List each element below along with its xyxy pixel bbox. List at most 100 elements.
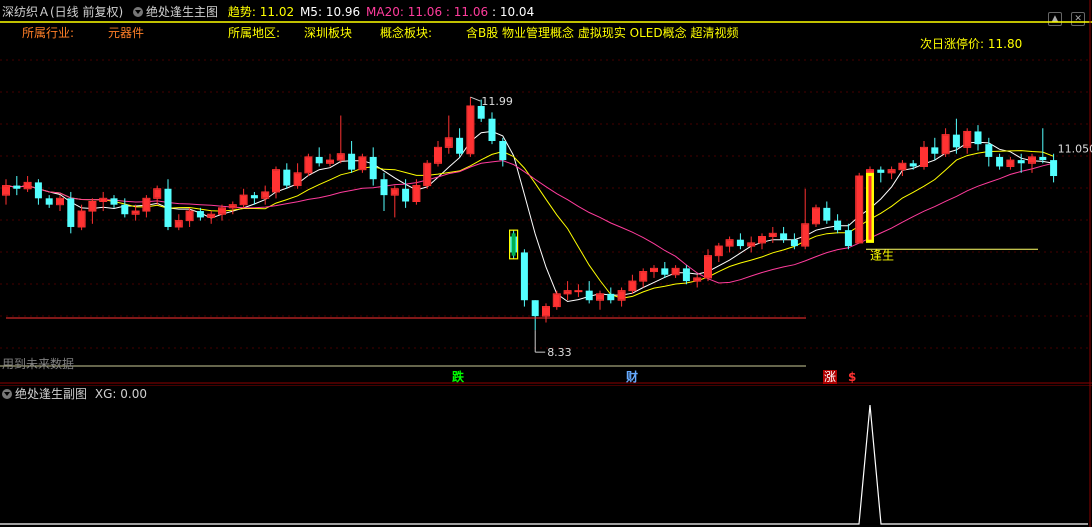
candle-fill [445, 138, 452, 147]
candle [909, 160, 917, 170]
candle-body [790, 239, 798, 247]
candle-body [67, 198, 75, 227]
candle-body [780, 233, 788, 240]
candle [326, 153, 334, 167]
candle [628, 274, 637, 294]
candle-body [931, 147, 939, 154]
candle-body [574, 290, 583, 293]
candle [714, 242, 723, 262]
candle-body [974, 131, 982, 145]
candle-fill [154, 189, 161, 198]
candle [574, 284, 583, 298]
candle [725, 236, 734, 253]
candle-body [736, 239, 744, 247]
candle [23, 176, 32, 192]
candle-fill [964, 131, 971, 147]
ma10-line [5, 150, 1054, 299]
candle [456, 128, 464, 157]
marker-zhang: 涨 [823, 370, 838, 384]
candle [585, 281, 593, 304]
candle [88, 198, 97, 224]
candle-body [996, 156, 1004, 167]
candle-body [952, 134, 960, 148]
sub-indicator-chart[interactable] [0, 385, 1092, 527]
candle-fill [186, 211, 193, 221]
signal-label: 逢生 [870, 248, 894, 262]
candle [823, 201, 831, 224]
candle-fill [597, 294, 603, 300]
candle-fill [24, 182, 31, 189]
candle [1006, 156, 1015, 170]
candle-fill [802, 224, 809, 246]
candle [110, 195, 118, 208]
candle [348, 141, 356, 173]
candle-body [1039, 156, 1047, 161]
candle [801, 188, 810, 250]
candle-fill [132, 211, 139, 214]
candle [283, 163, 291, 189]
candle [336, 115, 345, 164]
candle [552, 290, 561, 310]
candle [542, 303, 550, 323]
candle-fill [229, 205, 236, 208]
candle [704, 249, 712, 282]
candle [682, 265, 690, 285]
candle-fill [618, 291, 625, 300]
candle [844, 223, 852, 250]
candle-body [488, 118, 496, 141]
candle-fill [672, 268, 679, 275]
candle-body [661, 268, 669, 275]
candle [434, 141, 442, 167]
candle-fill [359, 157, 366, 170]
candle [963, 128, 972, 154]
candle-body [369, 156, 377, 180]
candle-body [456, 137, 464, 154]
candle-fill [564, 291, 571, 294]
candle-fill [651, 268, 657, 272]
candle-fill [208, 214, 215, 217]
candle [207, 211, 216, 224]
candle-fill [543, 307, 549, 316]
candle [974, 125, 982, 151]
candle-body [348, 153, 356, 170]
candlestick-chart[interactable]: 11.99 8.33 逢生 11.050 [0, 0, 1092, 385]
ma5-line [5, 130, 1054, 303]
candle [650, 265, 658, 278]
candle [877, 166, 885, 183]
candle-fill [78, 211, 85, 227]
candle-fill [143, 198, 150, 211]
candle [834, 214, 842, 234]
candle [1039, 128, 1047, 164]
high-price-label: 11.99 [481, 95, 513, 108]
candle [758, 233, 766, 250]
candle-fill [175, 221, 182, 227]
low-price-label: 8.33 [547, 346, 572, 359]
candle-fill [413, 186, 420, 201]
candle-fill [305, 157, 312, 173]
candle-body [499, 141, 507, 161]
candle [488, 112, 496, 145]
candle [596, 290, 604, 310]
candle [985, 137, 993, 167]
marker-cai: 财 [626, 370, 639, 384]
candle-fill [705, 256, 711, 278]
marker-die: 跌 [452, 370, 465, 384]
candle [315, 147, 323, 167]
candle [218, 204, 226, 221]
candle-body [877, 169, 885, 173]
candle [931, 137, 939, 161]
candle-body [121, 204, 129, 215]
candle-fill [57, 198, 63, 205]
candle-fill [3, 186, 9, 195]
candle [369, 147, 377, 186]
candle-fill [262, 192, 269, 198]
candle-body [13, 185, 21, 189]
candle [531, 300, 539, 331]
candle-body [682, 268, 690, 282]
candle-fill [467, 106, 474, 154]
candle [153, 185, 162, 205]
candle-fill [640, 272, 647, 281]
candle [261, 185, 270, 205]
candle-body [531, 300, 539, 317]
candle [239, 188, 248, 208]
